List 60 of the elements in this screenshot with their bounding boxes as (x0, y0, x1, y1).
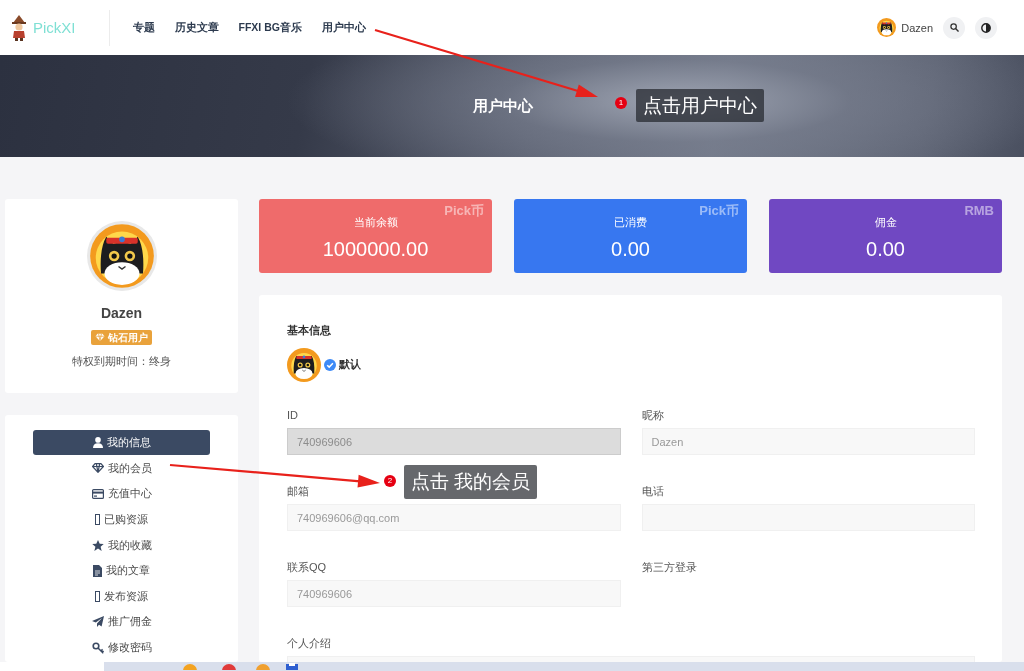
nav-link[interactable]: 历史文章 (174, 20, 219, 35)
app-icon[interactable] (222, 662, 236, 670)
currency-unit: Pick币 (444, 203, 484, 219)
character-icon (12, 14, 26, 41)
field-label: 电话 (641, 484, 665, 498)
key-icon (91, 641, 104, 654)
stat-label: 已消费 (614, 215, 647, 229)
cat-avatar (287, 348, 321, 382)
empty-box-icon (95, 590, 100, 602)
membership-level: 钻石用户 (108, 330, 148, 345)
currency-unit: Pick币 (699, 203, 739, 219)
field-label: 第三方登录 (641, 560, 698, 574)
menu-item[interactable]: 我的信息 (33, 430, 210, 455)
user-icon (92, 437, 103, 448)
annotation-callout: 点击 我的会员 (404, 465, 538, 499)
check-badge-icon (324, 359, 336, 371)
contrast-icon (981, 22, 991, 33)
field-label: 联系QQ (287, 560, 328, 574)
diamond-icon (91, 463, 104, 474)
menu-item[interactable]: 已购资源 (33, 506, 210, 533)
search-icon (949, 23, 959, 32)
textarea-field[interactable] (287, 656, 975, 662)
annotation-callout: 点击用户中心 (636, 89, 764, 122)
nav-link[interactable]: 用户中心 (321, 20, 366, 35)
privilege-expiry: 特权到期时间：终身 (72, 354, 171, 368)
star-icon (91, 539, 104, 551)
section-title: 基本信息 (287, 323, 332, 337)
stat-label: 当前余额 (353, 215, 398, 229)
app-icon[interactable] (286, 663, 298, 670)
stat-value: 0.00 (611, 237, 650, 261)
search-button[interactable] (943, 16, 965, 39)
menu-item[interactable]: 发布资源 (33, 583, 210, 610)
menu-item[interactable]: 我的会员 (33, 455, 210, 482)
empty-box-icon (95, 514, 100, 526)
field-label: 昵称 (641, 408, 665, 422)
menu-item[interactable]: 修改密码 (33, 634, 210, 661)
paper-plane-icon (91, 616, 104, 628)
user-name: Dazen (100, 305, 143, 322)
document-icon (93, 564, 102, 577)
default-label: 默认 (339, 358, 361, 372)
diamond-icon (95, 333, 105, 342)
cat-avatar (86, 221, 157, 291)
cat-avatar (877, 18, 897, 37)
stat-value: 1000000.00 (322, 237, 429, 261)
nav-link[interactable]: FFXI BG音乐 (238, 20, 302, 35)
currency-unit: RMB (964, 203, 994, 219)
user-menu-link[interactable]: Dazen (877, 18, 933, 37)
page-title: 用户中心 (473, 96, 533, 116)
field-label: 邮箱 (287, 484, 310, 498)
nav-link[interactable]: 专题 (132, 20, 155, 35)
menu-item[interactable]: 我的收藏 (33, 532, 210, 558)
theme-toggle-button[interactable] (975, 16, 997, 39)
field-label: 个人介绍 (287, 636, 332, 650)
stat-value: 0.00 (866, 237, 905, 261)
menu-item[interactable]: 我的文章 (33, 557, 210, 584)
credit-card-icon (91, 489, 104, 499)
menu-item[interactable]: 充值中心 (33, 481, 210, 507)
stat-label: 佣金 (874, 215, 897, 229)
menu-item[interactable]: 推广佣金 (33, 609, 210, 635)
field-label: ID (287, 408, 299, 422)
